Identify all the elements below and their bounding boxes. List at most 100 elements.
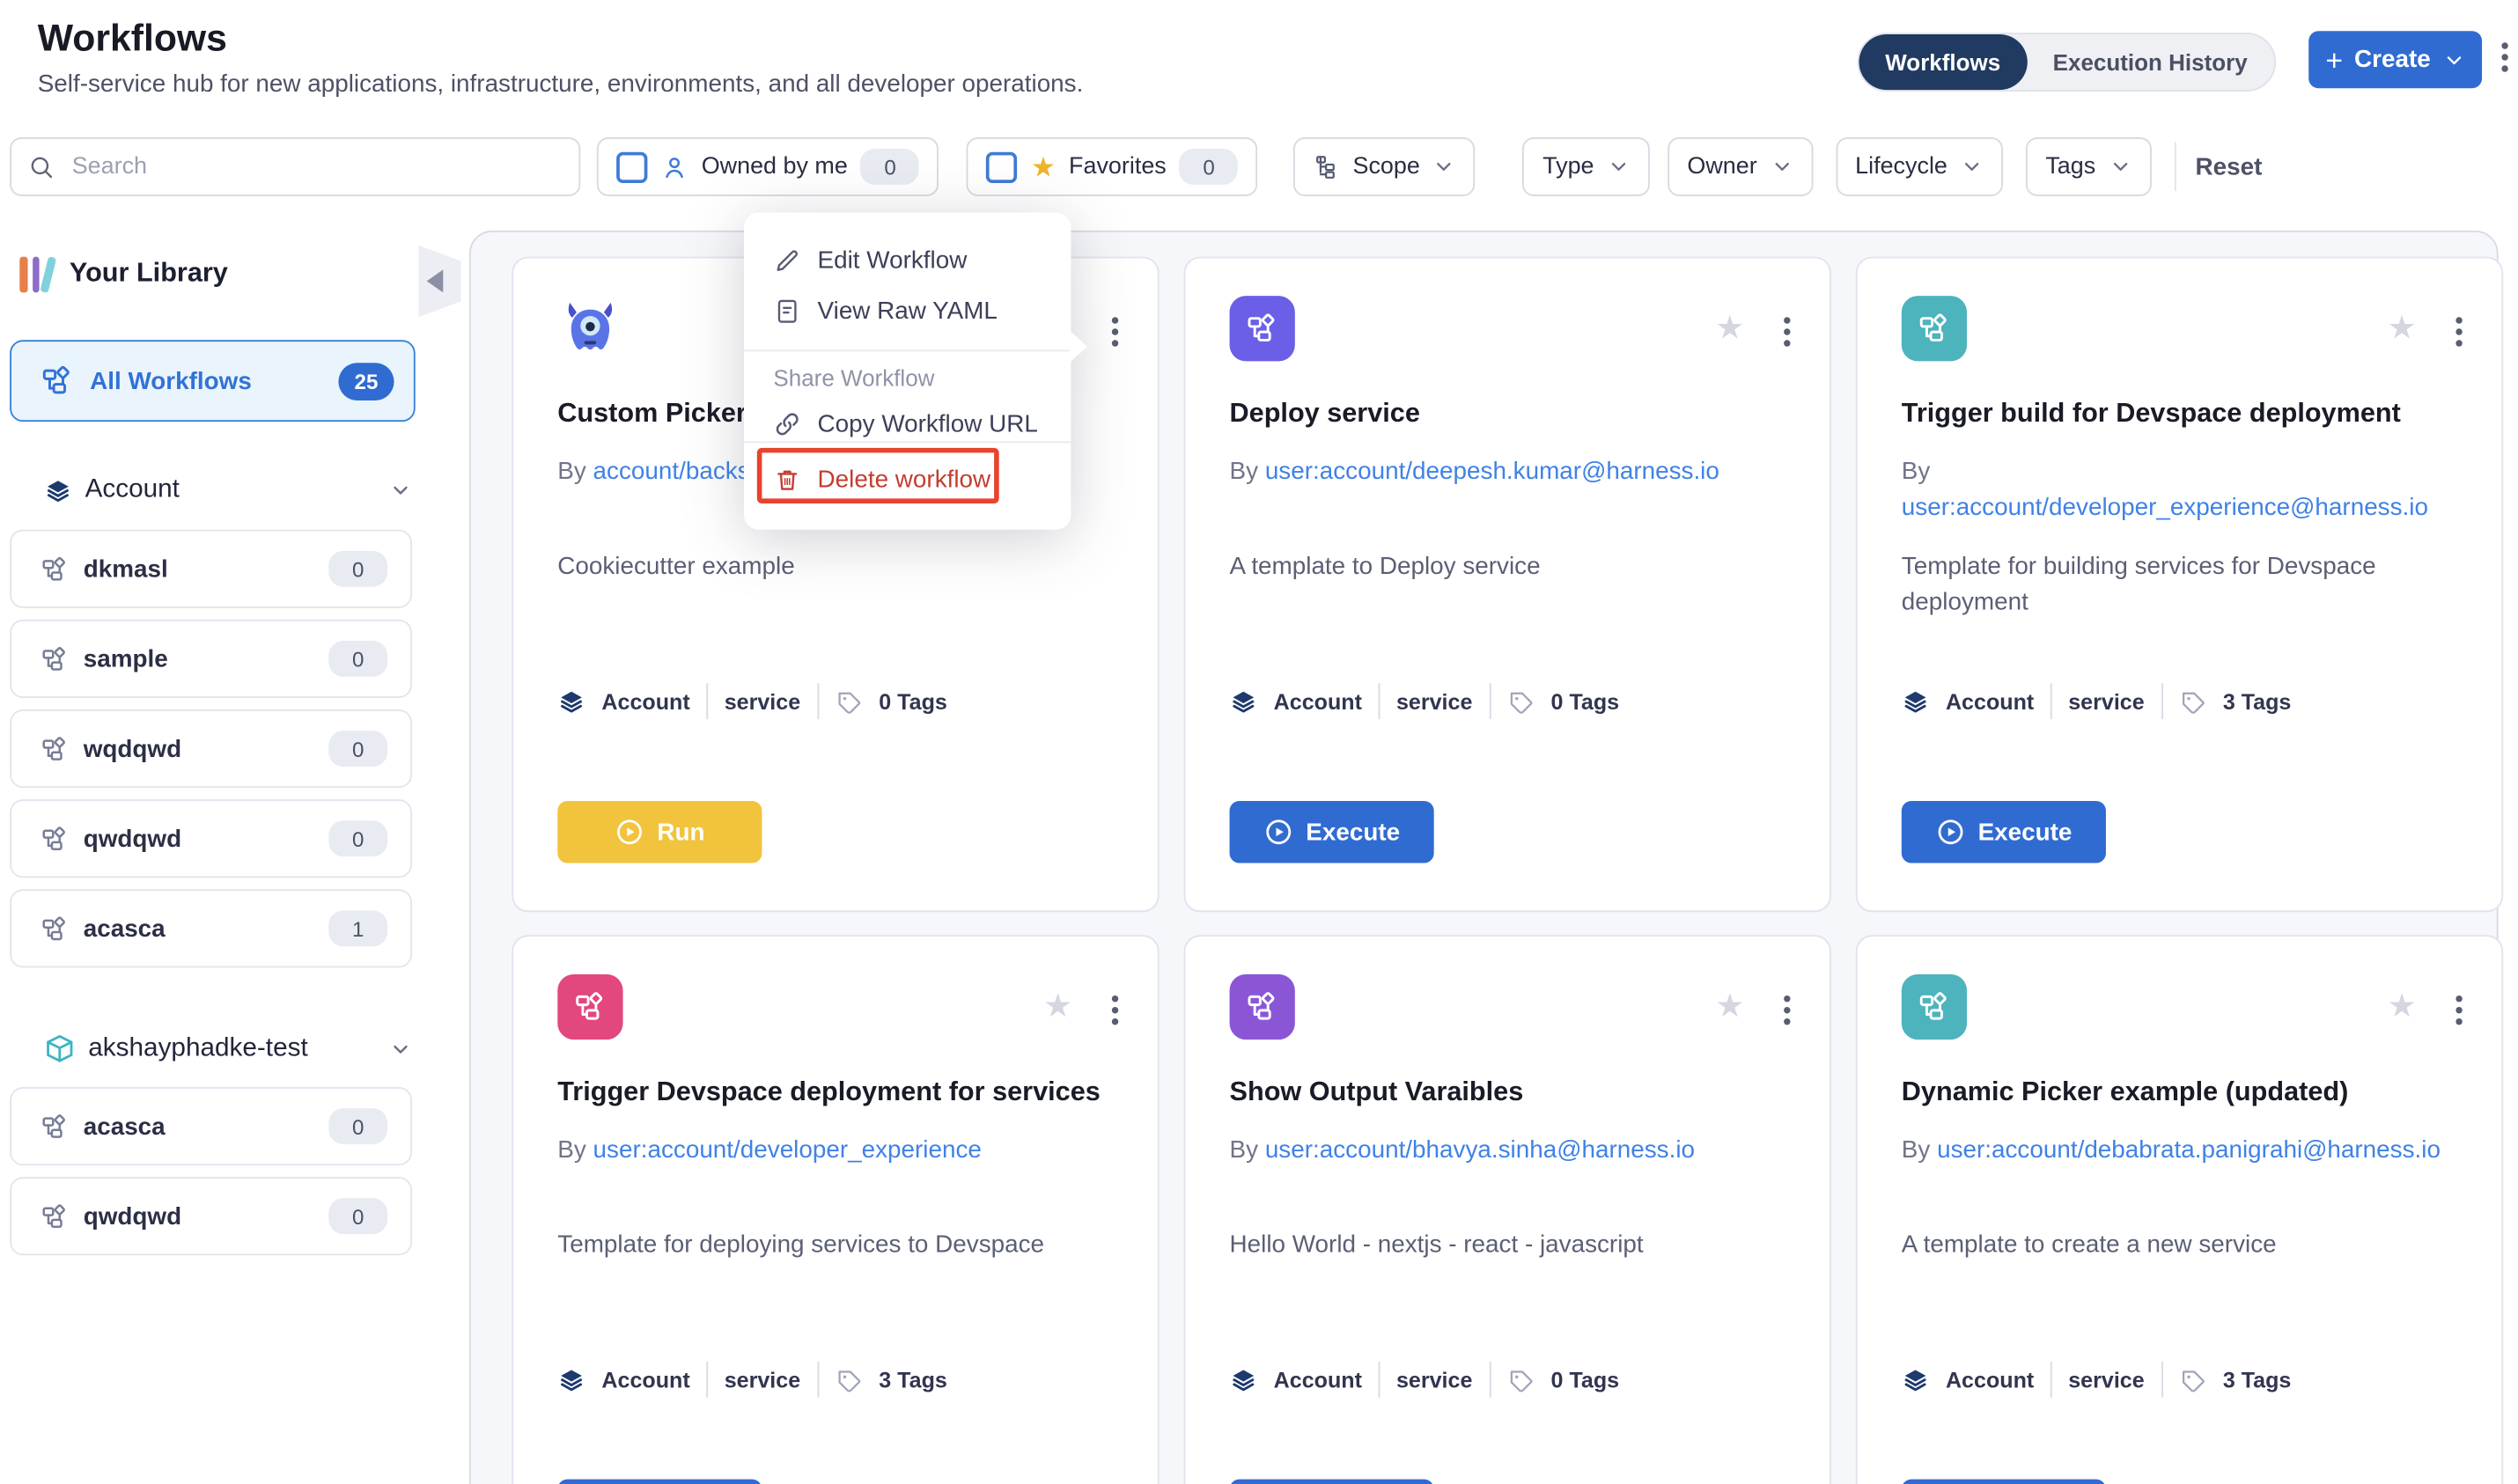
workflow-card-description: Template for building services for Devsp… <box>1902 549 2461 621</box>
card-kebab-menu[interactable] <box>2455 317 2462 346</box>
workflow-card-description: A template to Deploy service <box>1230 549 1789 585</box>
search-box[interactable] <box>10 137 580 196</box>
execute-button[interactable]: Execute <box>1902 801 2106 863</box>
owned-by-me-checkbox[interactable] <box>616 151 647 182</box>
card-kebab-menu[interactable] <box>1112 317 1118 346</box>
workflow-card-byline: By user:account/developer_experience <box>557 1133 1116 1169</box>
sidebar-item-count: 0 <box>328 1108 387 1144</box>
chevron-down-icon <box>389 479 412 502</box>
favorite-star-icon[interactable]: ★ <box>2387 986 2416 1026</box>
layers-icon <box>557 687 585 716</box>
filter-dropdown-label: Tags <box>2045 154 2095 180</box>
reset-filters-link[interactable]: Reset <box>2196 153 2263 181</box>
filter-dropdown-scope[interactable]: Scope <box>1294 137 1476 196</box>
tab-workflows[interactable]: Workflows <box>1859 34 2027 90</box>
sidebar-group-akshayphadke-test[interactable]: akshayphadke-test <box>44 1033 412 1064</box>
favorite-star-icon[interactable]: ★ <box>2387 307 2416 348</box>
sidebar-item-wqdqwd[interactable]: wqdqwd 0 <box>10 709 412 788</box>
favorite-star-icon[interactable]: ★ <box>1715 307 1744 348</box>
workflow-icon <box>40 555 69 583</box>
tags-label: 3 Tags <box>879 1367 947 1392</box>
sidebar-item-qwdqwd[interactable]: qwdqwd 0 <box>10 799 412 878</box>
author-link[interactable]: user:account/developer_experience <box>593 1136 982 1164</box>
type-label: service <box>1396 1367 1472 1392</box>
favorites-filter[interactable]: ★ Favorites 0 <box>967 137 1257 196</box>
author-link[interactable]: account/backs <box>593 458 750 486</box>
filter-dropdown-type[interactable]: Type <box>1523 137 1650 196</box>
layers-icon <box>1230 1366 1258 1394</box>
workflow-icon <box>40 825 69 853</box>
sidebar-item-qwdqwd[interactable]: qwdqwd 0 <box>10 1177 412 1255</box>
owned-by-me-filter[interactable]: Owned by me 0 <box>597 137 939 196</box>
card-kebab-menu[interactable] <box>2455 995 2462 1025</box>
workflow-card[interactable]: ★ Dynamic Picker example (updated) By us… <box>1856 935 2503 1484</box>
action-label: Execute <box>1306 818 1400 846</box>
workflow-card[interactable]: ★ Trigger Devspace deployment for servic… <box>512 935 1159 1484</box>
filter-dropdown-lifecycle[interactable]: Lifecycle <box>1836 137 2003 196</box>
workflow-card[interactable]: ★ Show Output Varaibles By user:account/… <box>1184 935 1831 1484</box>
chevron-down-icon <box>1433 155 1456 178</box>
filter-dropdown-tags[interactable]: Tags <box>2026 137 2151 196</box>
filter-dropdown-owner[interactable]: Owner <box>1668 137 1813 196</box>
sidebar-group-Account[interactable]: Account <box>44 475 412 504</box>
chevron-down-icon <box>1771 155 1793 178</box>
author-link[interactable]: user:account/debabrata.panigrahi@harness… <box>1937 1136 2441 1164</box>
sidebar-item-label: qwdqwd <box>84 1202 314 1231</box>
scope-label: Account <box>1274 689 1362 714</box>
page-subtitle: Self-service hub for new applications, i… <box>38 70 1084 99</box>
sidebar-item-acasca[interactable]: acasca 1 <box>10 889 412 967</box>
action-label: Run <box>657 818 704 846</box>
layers-icon <box>557 1366 585 1394</box>
scope-label: Account <box>1946 1367 2034 1392</box>
sidebar-item-label: sample <box>84 645 314 673</box>
workflow-tile-icon <box>557 974 622 1040</box>
execute-button[interactable]: Execute <box>1230 801 1434 863</box>
menu-item-edit-workflow[interactable]: Edit Workflow <box>744 235 1071 284</box>
workflow-card[interactable]: ★ Deploy service By user:account/deepesh… <box>1184 257 1831 913</box>
type-label: service <box>2068 689 2144 714</box>
menu-item-delete-workflow[interactable]: Delete workflow <box>744 454 1071 503</box>
card-kebab-menu[interactable] <box>1112 995 1118 1025</box>
sidebar-group-label: akshayphadke-test <box>88 1034 376 1063</box>
workflow-tile-icon <box>1902 974 1967 1040</box>
monster-icon <box>557 296 622 361</box>
execute-button[interactable]: Execute <box>557 1480 762 1484</box>
workflow-card-description: A template to create a new service <box>1902 1228 2461 1264</box>
favorites-checkbox[interactable] <box>987 151 1018 182</box>
create-button[interactable]: + Create <box>2308 31 2482 88</box>
workflow-tile-icon <box>1230 974 1295 1040</box>
sidebar-item-dkmasl[interactable]: dkmasl 0 <box>10 530 412 608</box>
owned-by-me-count: 0 <box>861 149 920 185</box>
execute-button[interactable]: Execute <box>1902 1480 2106 1484</box>
triangle-left-icon <box>427 269 444 292</box>
document-icon <box>773 297 801 325</box>
execute-button[interactable]: Execute <box>1230 1480 1434 1484</box>
menu-item-view-raw-yaml[interactable]: View Raw YAML <box>744 286 1071 335</box>
tab-execution-history[interactable]: Execution History <box>2027 34 2273 90</box>
chevron-down-icon <box>1961 155 1984 178</box>
author-link[interactable]: user:account/bhavya.sinha@harness.io <box>1265 1136 1695 1164</box>
workflow-card-meta: Account service 3 Tags <box>1902 1362 2292 1398</box>
sidebar-item-all-workflows[interactable]: All Workflows 25 <box>10 340 416 422</box>
favorite-star-icon[interactable]: ★ <box>1043 986 1072 1026</box>
workflow-card-byline: By user:account/debabrata.panigrahi@harn… <box>1902 1133 2461 1169</box>
author-link[interactable]: user:account/developer_experience@harnes… <box>1902 494 2428 522</box>
page-kebab-menu[interactable] <box>2501 42 2507 71</box>
card-kebab-menu[interactable] <box>1784 317 1790 346</box>
run-button[interactable]: Run <box>557 801 762 863</box>
workflow-card-description: Cookiecutter example <box>557 549 1116 585</box>
search-input[interactable] <box>69 152 563 181</box>
tags-label: 0 Tags <box>1551 689 1620 714</box>
card-kebab-menu[interactable] <box>1784 995 1790 1025</box>
workflow-card-byline: By user:account/bhavya.sinha@harness.io <box>1230 1133 1789 1169</box>
sidebar-item-acasca[interactable]: acasca 0 <box>10 1087 412 1165</box>
workflow-card[interactable]: ★ Trigger build for Devspace deployment … <box>1856 257 2503 913</box>
workflow-card-meta: Account service 0 Tags <box>1230 1362 1620 1398</box>
sidebar-collapse-button[interactable] <box>418 246 460 318</box>
library-header: Your Library <box>19 253 228 293</box>
author-link[interactable]: user:account/deepesh.kumar@harness.io <box>1265 458 1719 486</box>
plus-icon: + <box>2326 45 2344 74</box>
sidebar-item-sample[interactable]: sample 0 <box>10 620 412 698</box>
favorite-star-icon[interactable]: ★ <box>1715 986 1744 1026</box>
tags-label: 0 Tags <box>879 689 947 714</box>
